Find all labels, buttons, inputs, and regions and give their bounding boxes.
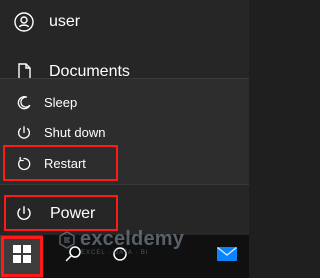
- restart-icon: [14, 154, 34, 174]
- task-view-button[interactable]: [98, 235, 141, 278]
- user-label: user: [49, 13, 81, 30]
- task-view-icon: [112, 246, 128, 267]
- shutdown-menu-item[interactable]: Shut down: [0, 118, 249, 148]
- start-button[interactable]: [0, 235, 43, 278]
- power-label: Power: [50, 205, 96, 222]
- sleep-menu-item[interactable]: Sleep: [0, 88, 249, 118]
- windows-start-icon: [12, 245, 31, 268]
- search-button[interactable]: [51, 235, 94, 278]
- search-icon: [64, 245, 82, 268]
- mail-icon: [216, 246, 238, 267]
- shutdown-label: Shut down: [44, 125, 106, 140]
- sleep-label: Sleep: [44, 95, 78, 110]
- power-menu-item[interactable]: Power: [0, 194, 249, 234]
- mail-button[interactable]: [205, 235, 248, 278]
- power-icon: [14, 123, 34, 143]
- power-options-flyout: Sleep Shut down Restart: [0, 78, 249, 185]
- restart-menu-item[interactable]: Restart: [0, 149, 249, 179]
- taskbar: [0, 235, 249, 278]
- power-icon: [14, 204, 34, 224]
- start-menu-user-item[interactable]: user: [0, 2, 249, 42]
- restart-label: Restart: [44, 156, 86, 171]
- user-icon: [14, 12, 34, 32]
- sleep-icon: [14, 93, 34, 113]
